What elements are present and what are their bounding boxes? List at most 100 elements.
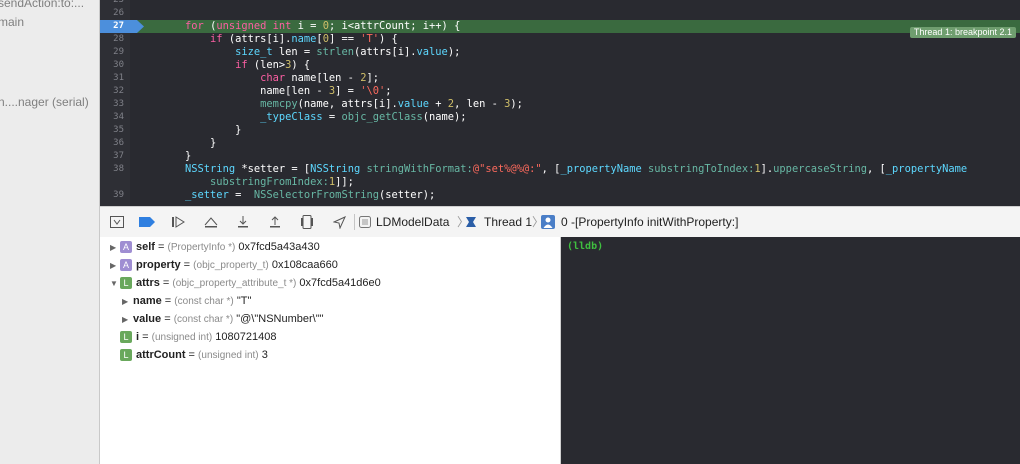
lldb-console[interactable]: (lldb) [561,237,1020,464]
line-number: 27 [113,21,124,31]
code-token: *setter = [ [235,163,311,175]
variable-row[interactable]: LattrCount = (unsigned int) 3 [110,347,268,363]
local-badge-icon: L [120,349,132,362]
lldb-prompt: (lldb) [567,241,604,252]
code-token: ) { [379,33,398,45]
variable-row[interactable]: ▼ Lattrs = (objc_property_attribute_t *) … [110,275,381,291]
disclosure-triangle-icon[interactable]: ▼ [110,276,118,292]
code-token: value [397,98,430,110]
code-token: ] = [335,85,361,97]
step-into-icon[interactable] [234,213,252,231]
line-number: 25 [113,0,124,5]
code-text: if (attrs[i].name[0] == 'T') { [160,33,398,46]
code-token: if [210,33,223,45]
code-token: , [ [541,163,561,175]
variable-row[interactable]: ▶ Aproperty = (objc_property_t) 0x108caa6… [110,257,338,273]
variable-name: value [133,313,162,325]
sidebar-item-sendaction[interactable]: sendAction:to:... [0,0,84,10]
code-line[interactable]: 39 _setter = NSSelectorFromString(setter… [100,189,1020,202]
debug-view-hierarchy-icon[interactable] [298,213,316,231]
breadcrumb-frame[interactable]: 0 -[PropertyInfo initWithProperty:] [561,215,738,229]
sidebar-item-main[interactable]: main [0,15,24,29]
equals-sign: = [154,241,168,253]
line-number: 33 [113,99,124,109]
code-line[interactable]: 30 if (len>3) { [100,59,1020,72]
code-token: ; i<attrCount; i++) { [328,20,461,32]
hide-debug-area-icon[interactable] [108,213,126,231]
variable-value: 3 [261,349,268,361]
disclosure-triangle-icon[interactable]: ▶ [122,294,130,310]
breadcrumb-thread[interactable]: Thread 1 [484,215,532,229]
variable-value: 1080721408 [215,331,277,343]
code-line[interactable]: 36 } [100,137,1020,150]
code-line[interactable]: 25 [100,0,1020,7]
code-text: NSString *setter = [NSString stringWithF… [160,163,967,176]
app-target-icon [358,213,372,231]
code-line[interactable]: 35 } [100,124,1020,137]
variable-value: "T" [236,295,252,307]
code-line[interactable]: 29 size_t len = strlen(attrs[i].value); [100,46,1020,59]
step-over-icon[interactable] [202,213,220,231]
code-token: _setter [185,189,229,201]
code-token: uppercaseString [773,163,868,175]
variable-type: (unsigned int) [198,350,259,361]
variable-value: 0x7fcd5a41d6e0 [299,277,381,289]
disclosure-triangle-icon[interactable]: ▶ [110,240,118,256]
code-token: + [429,98,448,110]
code-token: = [322,111,342,123]
variable-row[interactable]: ▶ name = (const char *) "T" [122,293,251,309]
breakpoints-toggle-icon[interactable] [138,213,156,231]
variable-type: (objc_property_attribute_t *) [172,278,297,289]
equals-sign: = [159,277,173,289]
code-token: name[len - [285,72,361,84]
code-line[interactable]: 38 NSString *setter = [NSString stringWi… [100,163,1020,176]
code-token: (len> [247,59,286,71]
argument-badge-icon: A [120,241,132,254]
equals-sign: = [180,259,194,271]
variable-type: (objc_property_t) [193,260,269,271]
variable-row[interactable]: ▶ value = (const char *) "@\"NSNumber\"" [122,311,324,327]
code-line[interactable]: 28 if (attrs[i].name[0] == 'T') { [100,33,1020,46]
code-line[interactable]: 26 [100,7,1020,20]
breadcrumb-target[interactable]: LDModelData [376,215,449,229]
code-line[interactable]: substringFromIndex:1]]; [100,176,1020,189]
code-token: } [160,124,242,136]
variable-name: name [133,295,162,307]
continue-icon[interactable] [170,213,188,231]
simulate-location-icon[interactable] [330,213,348,231]
local-badge-icon: L [120,277,132,290]
code-token: _propertyName [885,163,968,175]
sidebar-item-queue[interactable]: n....nager (serial) [0,95,89,109]
code-text: memcpy(name, attrs[i].value + 2, len - 3… [160,98,523,111]
code-line[interactable]: 34 _typeClass = objc_getClass(name); [100,111,1020,124]
step-out-icon[interactable] [266,213,284,231]
variable-type: (const char *) [174,296,234,307]
disclosure-triangle-icon[interactable]: ▶ [110,258,118,274]
code-text: } [160,137,216,150]
local-badge-icon: L [120,331,132,344]
code-line[interactable]: 31 char name[len - 2]; [100,72,1020,85]
code-line[interactable]: 37 } [100,150,1020,163]
variable-name: attrCount [136,349,186,361]
code-text: for (unsigned int i = 0; i<attrCount; i+… [160,20,460,33]
code-token: size_t [235,46,273,58]
variables-view[interactable]: ▶ Aself = (PropertyInfo *) 0x7fcd5a43a430… [100,237,561,464]
variable-row[interactable]: Li = (unsigned int) 1080721408 [110,329,276,345]
code-editor[interactable]: 25 26 27 for (unsigned int i = 0; i<attrCo… [100,0,1020,206]
variable-row[interactable]: ▶ Aself = (PropertyInfo *) 0x7fcd5a43a430 [110,239,320,255]
code-text: size_t len = strlen(attrs[i].value); [160,46,460,59]
code-text: name[len - 3] = '\0'; [160,85,391,98]
code-token: if [235,59,248,71]
code-line[interactable]: 32 name[len - 3] = '\0'; [100,85,1020,98]
toolbar-divider [354,214,355,230]
disclosure-triangle-icon[interactable]: ▶ [122,312,130,328]
code-line[interactable]: 33 memcpy(name, attrs[i].value + 2, len … [100,98,1020,111]
code-token: _typeClass [260,111,323,123]
variable-type: (const char *) [173,314,234,325]
code-line-current[interactable]: 27 for (unsigned int i = 0; i<attrCount;… [100,20,1020,33]
